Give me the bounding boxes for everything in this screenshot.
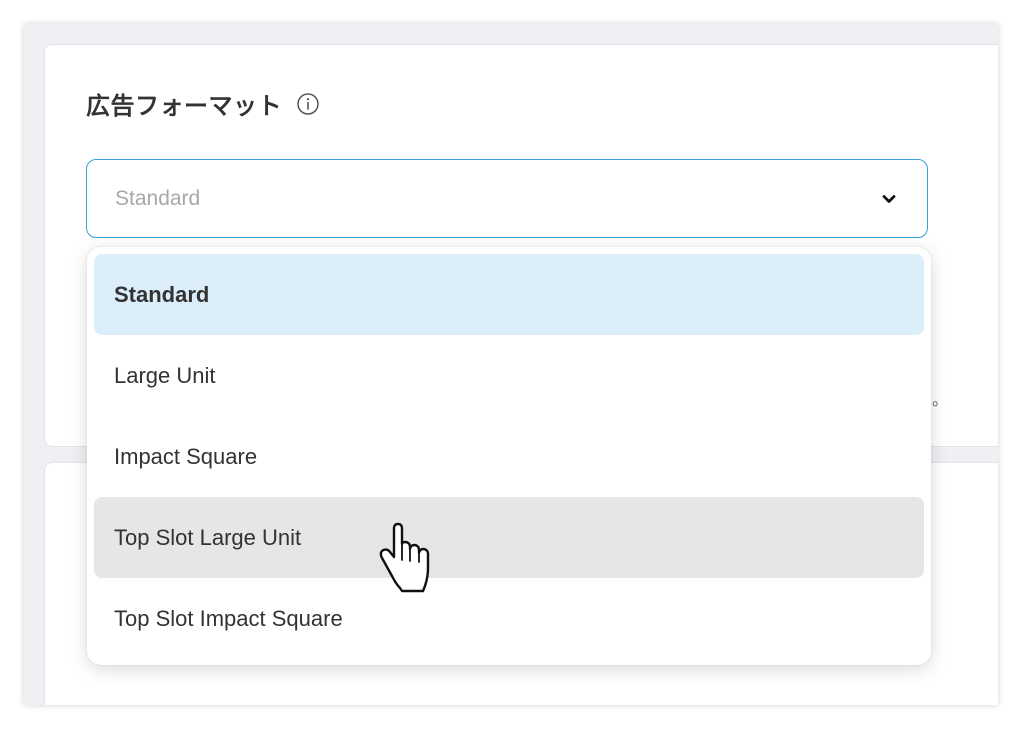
option-label: Top Slot Impact Square	[114, 605, 343, 631]
option-top-slot-large-unit[interactable]: Top Slot Large Unit	[94, 497, 924, 578]
section-title: 広告フォーマット	[86, 92, 282, 120]
option-label: Impact Square	[114, 443, 258, 469]
option-label: Top Slot Large Unit	[114, 524, 302, 550]
option-label: Standard	[114, 281, 210, 307]
screen-frame: 広告フォーマット Standard 。 Standard Large Unit …	[24, 24, 998, 705]
option-large-unit[interactable]: Large Unit	[94, 335, 924, 416]
option-label: Large Unit	[114, 362, 216, 388]
info-icon[interactable]	[296, 92, 320, 116]
select-current-value: Standard	[115, 186, 201, 210]
background-text-fragment: 。	[932, 392, 949, 409]
ad-format-dropdown-menu: Standard Large Unit Impact Square Top Sl…	[87, 247, 931, 665]
option-standard[interactable]: Standard	[94, 254, 924, 335]
option-top-slot-impact-square[interactable]: Top Slot Impact Square	[94, 578, 924, 659]
chevron-down-icon	[882, 194, 896, 203]
ad-format-select[interactable]: Standard	[86, 159, 928, 238]
section-header: 広告フォーマット	[86, 86, 320, 121]
option-impact-square[interactable]: Impact Square	[94, 416, 924, 497]
